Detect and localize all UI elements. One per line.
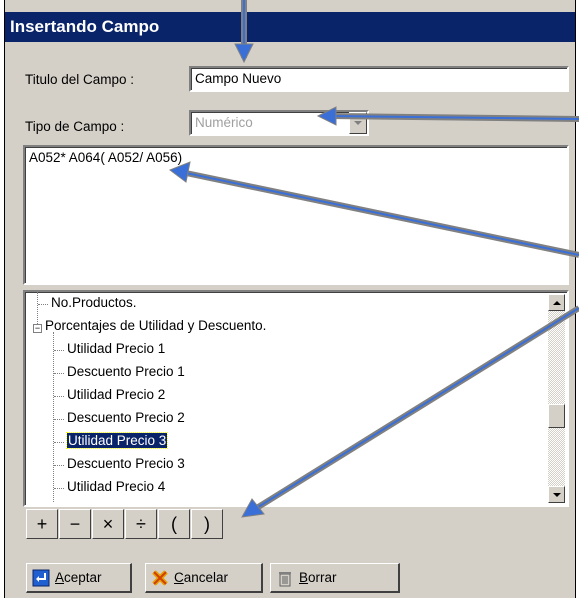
accept-button[interactable]: Aceptar — [26, 563, 132, 593]
tree-item-descuento-3[interactable]: Descuento Precio 3 — [67, 456, 185, 471]
scroll-down-button[interactable] — [548, 486, 565, 503]
cancel-button[interactable]: Cancelar — [145, 563, 263, 593]
top-strip — [5, 0, 575, 12]
tree-scrollbar[interactable] — [548, 294, 565, 503]
scroll-thumb[interactable] — [548, 404, 565, 428]
tree-item-descuento-1[interactable]: Descuento Precio 1 — [67, 364, 185, 379]
trash-icon — [276, 569, 294, 587]
tree-item-utilidad-3[interactable]: Utilidad Precio 3 — [65, 432, 169, 449]
formula-textarea[interactable]: A052* A064( A052/ A056) — [23, 145, 569, 285]
field-type-value: Numérico — [195, 115, 253, 130]
tree-item-utilidad-1[interactable]: Utilidad Precio 1 — [67, 341, 165, 356]
operator-toolbar: + − × ÷ ( ) — [26, 509, 224, 539]
delete-button[interactable]: Borrar — [270, 563, 400, 593]
tree-item-descuento-2[interactable]: Descuento Precio 2 — [67, 410, 185, 425]
cancel-x-icon — [151, 569, 169, 587]
tree-item-no-productos[interactable]: No.Productos. — [51, 295, 137, 310]
chevron-down-icon[interactable] — [349, 112, 367, 134]
plus-button[interactable]: + — [26, 509, 58, 539]
field-tree[interactable]: No.Productos. − Porcentajes de Utilidad … — [23, 290, 569, 507]
field-title-label: Titulo del Campo : — [25, 72, 135, 87]
field-type-select[interactable]: Numérico — [189, 110, 369, 136]
field-title-input[interactable]: Campo Nuevo — [189, 66, 569, 92]
field-type-label: Tipo de Campo : — [25, 119, 125, 134]
tree-item-porcentajes[interactable]: Porcentajes de Utilidad y Descuento. — [45, 318, 266, 333]
insert-field-dialog: Insertando Campo Titulo del Campo : Camp… — [4, 0, 576, 598]
close-paren-button[interactable]: ) — [191, 509, 223, 539]
multiply-button[interactable]: × — [92, 509, 124, 539]
collapse-icon[interactable]: − — [33, 324, 42, 333]
field-title-value: Campo Nuevo — [195, 71, 282, 86]
scroll-up-button[interactable] — [548, 294, 565, 311]
tree-item-utilidad-4[interactable]: Utilidad Precio 4 — [67, 479, 165, 494]
minus-button[interactable]: − — [59, 509, 91, 539]
title-bar: Insertando Campo — [5, 12, 575, 42]
open-paren-button[interactable]: ( — [158, 509, 190, 539]
enter-icon — [32, 569, 50, 587]
formula-text: A052* A064( A052/ A056) — [29, 150, 183, 165]
tree-item-utilidad-2[interactable]: Utilidad Precio 2 — [67, 387, 165, 402]
divide-button[interactable]: ÷ — [125, 509, 157, 539]
